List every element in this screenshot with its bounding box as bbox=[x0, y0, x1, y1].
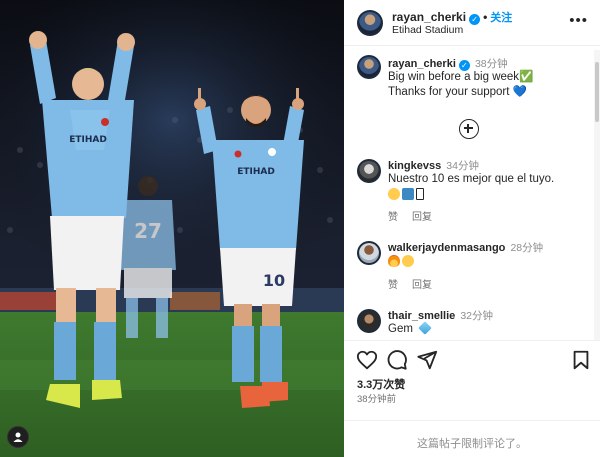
comment-text: Nuestro 10 es mejor que el tuyo. bbox=[388, 173, 555, 185]
svg-text:ETIHAD: ETIHAD bbox=[69, 135, 107, 145]
svg-text:ETIHAD: ETIHAD bbox=[237, 167, 275, 177]
comment-username[interactable]: walkerjaydenmasango bbox=[388, 242, 505, 254]
follow-button[interactable]: 关注 bbox=[490, 12, 512, 24]
verified-icon: ✓ bbox=[469, 14, 481, 25]
comment-emojis bbox=[388, 255, 588, 270]
comment-actions: 赞 回复 bbox=[388, 208, 446, 223]
share-icon[interactable] bbox=[416, 349, 438, 371]
right-player-number: 10 bbox=[263, 271, 285, 290]
heart-icon[interactable] bbox=[356, 349, 378, 371]
more-icon[interactable]: ••• bbox=[569, 12, 588, 29]
caption-avatar[interactable] bbox=[357, 55, 381, 79]
comment-item: kingkevss 34分钟 Nuestro 10 es mejor que e… bbox=[344, 157, 594, 227]
comment-actions: 赞 回复 bbox=[388, 276, 446, 291]
comments-limited-notice: 这篇帖子限制评论了。 bbox=[417, 438, 527, 450]
caption-header: rayan_cherki ✓ 38分钟 bbox=[388, 56, 508, 71]
keycap-1-icon bbox=[402, 188, 414, 200]
caption-line-1: Big win before a big week✅ bbox=[388, 71, 534, 83]
box-icon bbox=[416, 188, 424, 200]
scrollbar-thumb[interactable] bbox=[595, 62, 599, 122]
gem-icon bbox=[418, 321, 432, 335]
post-location[interactable]: Etihad Stadium bbox=[392, 24, 463, 36]
comment-avatar[interactable] bbox=[357, 159, 381, 183]
caption-username[interactable]: rayan_cherki bbox=[388, 58, 456, 70]
comments-scrollbar[interactable] bbox=[594, 50, 600, 340]
comment-username[interactable]: kingkevss bbox=[388, 160, 441, 172]
likes-count[interactable]: 3.3万次赞 bbox=[357, 376, 405, 392]
comment-time: 34分钟 bbox=[446, 160, 479, 172]
post-photo[interactable]: 27 ETIHAD ETIHAD 10 bbox=[0, 0, 344, 457]
comment-item: thair_smellie 32分钟 Gem bbox=[344, 307, 594, 337]
author-line: rayan_cherki ✓ • 关注 bbox=[392, 10, 513, 25]
post-header: rayan_cherki ✓ • 关注 Etihad Stadium ••• bbox=[344, 0, 600, 46]
comment-item: walkerjaydenmasango 28分钟 赞 回复 bbox=[344, 239, 594, 297]
caption-line-2: Thanks for your support 💙 bbox=[388, 86, 527, 98]
user-tag-icon[interactable] bbox=[7, 426, 29, 448]
author-username[interactable]: rayan_cherki bbox=[392, 10, 466, 24]
post-timestamp[interactable]: 38分钟前 bbox=[357, 391, 396, 405]
comment-username[interactable]: thair_smellie bbox=[388, 310, 455, 322]
comment-reply-button[interactable]: 回复 bbox=[412, 280, 432, 291]
caption: rayan_cherki ✓ 38分钟 Big win before a big … bbox=[344, 55, 594, 151]
caption-time: 38分钟 bbox=[474, 58, 508, 70]
photo-illustration: 27 ETIHAD ETIHAD 10 bbox=[0, 0, 344, 457]
comment-text: Gem bbox=[388, 323, 413, 335]
comment-like-button[interactable]: 赞 bbox=[388, 212, 398, 223]
comment-emojis bbox=[388, 188, 588, 203]
comment-header: thair_smellie 32分钟 bbox=[388, 308, 493, 323]
comment-body: Gem bbox=[388, 321, 588, 337]
comment-time: 28分钟 bbox=[510, 242, 544, 254]
back-player-number: 27 bbox=[134, 219, 162, 243]
comments-list[interactable]: rayan_cherki ✓ 38分钟 Big win before a big … bbox=[344, 47, 600, 337]
caption-text: Big win before a big week✅ Thanks for yo… bbox=[388, 70, 588, 100]
comments-footer: 这篇帖子限制评论了。 bbox=[344, 420, 600, 457]
fire-icon bbox=[388, 255, 400, 267]
plus-circle-icon[interactable] bbox=[459, 119, 479, 139]
comment-header: walkerjaydenmasango 28分钟 bbox=[388, 240, 543, 255]
comment-time: 32分钟 bbox=[460, 310, 494, 322]
face-screaming-icon bbox=[402, 255, 414, 267]
comment-reply-button[interactable]: 回复 bbox=[412, 212, 432, 223]
bookmark-icon[interactable] bbox=[570, 349, 592, 371]
post-panel: rayan_cherki ✓ • 关注 Etihad Stadium ••• raya… bbox=[344, 0, 600, 457]
comment-avatar[interactable] bbox=[357, 309, 381, 333]
comment-avatar[interactable] bbox=[357, 241, 381, 265]
author-avatar[interactable] bbox=[357, 10, 383, 36]
comment-like-button[interactable]: 赞 bbox=[388, 280, 398, 291]
post-actions-bar bbox=[344, 340, 600, 376]
comment-header: kingkevss 34分钟 bbox=[388, 158, 479, 173]
slightly-smiling-face-icon bbox=[388, 188, 400, 200]
comment-icon[interactable] bbox=[386, 349, 408, 371]
